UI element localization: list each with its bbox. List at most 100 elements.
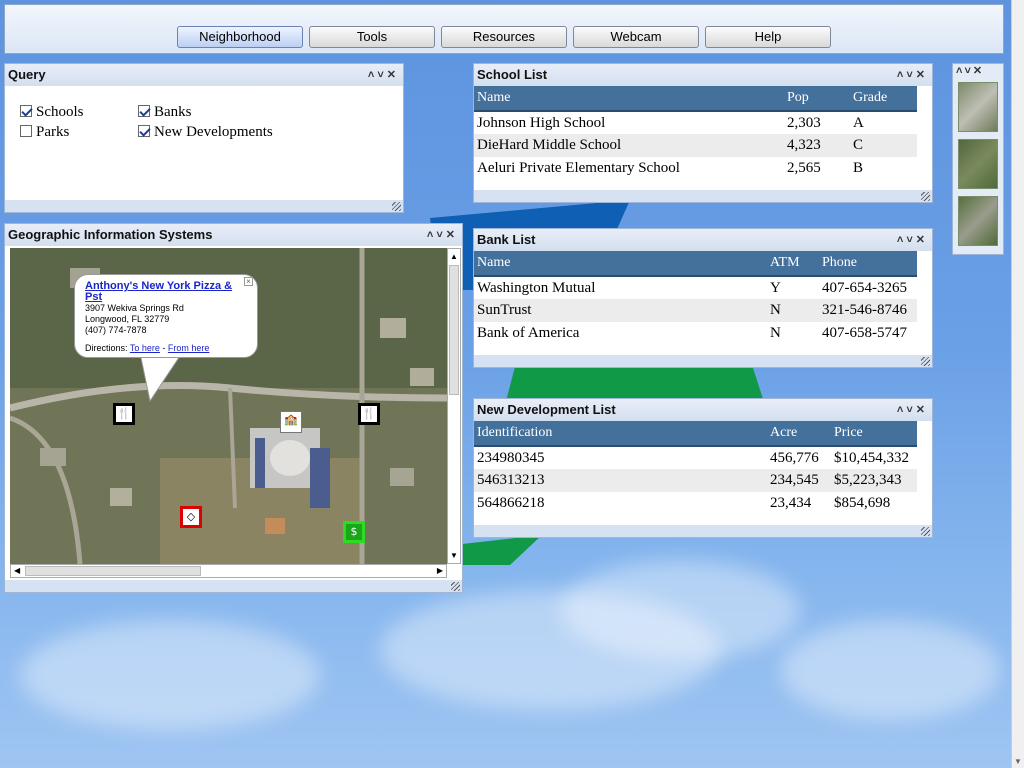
cell-grade: C bbox=[850, 134, 917, 157]
table-row[interactable]: Washington Mutual Y 407-654-3265 bbox=[474, 276, 917, 299]
table-row[interactable]: Johnson High School 2,303 A bbox=[474, 111, 917, 134]
webcam-thumbnail-2[interactable] bbox=[958, 139, 998, 189]
close-icon[interactable]: ✕ bbox=[973, 65, 984, 77]
expand-down-icon[interactable]: ˅ bbox=[964, 65, 972, 77]
query-new-developments-label: New Developments bbox=[154, 124, 273, 140]
column-header-acre[interactable]: Acre bbox=[767, 421, 831, 447]
school-list-title: School List bbox=[477, 67, 548, 82]
bank-list-titlebar[interactable]: Bank List ˄˅✕ bbox=[474, 229, 932, 251]
webcam-thumbnail-1[interactable] bbox=[958, 82, 998, 132]
background-cloud bbox=[560, 560, 800, 660]
map-horizontal-scrollbar[interactable]: ◀ ▶ bbox=[10, 564, 447, 578]
column-header-name[interactable]: Name bbox=[474, 86, 784, 112]
map-vertical-scrollbar[interactable]: ▲ ▼ bbox=[447, 248, 461, 564]
column-header-pop[interactable]: Pop bbox=[784, 86, 850, 112]
table-row[interactable]: Aeluri Private Elementary School 2,565 B bbox=[474, 157, 917, 180]
expand-down-icon[interactable]: ˅ bbox=[377, 69, 386, 81]
aerial-map[interactable]: 🍴 🍴 🏫 ◇ $ × Anthony's New York Pizza & P… bbox=[10, 248, 447, 564]
close-icon[interactable]: ✕ bbox=[387, 69, 399, 81]
checkbox-unchecked-icon[interactable] bbox=[20, 125, 32, 137]
resize-grip-icon[interactable] bbox=[451, 582, 460, 591]
query-panel-titlebar[interactable]: Query ˄˅✕ bbox=[5, 64, 403, 86]
school-table: Name Pop Grade Johnson High School 2,303 A… bbox=[474, 86, 917, 180]
restaurant-icon[interactable]: 🍴 bbox=[358, 403, 380, 425]
query-new-developments-checkbox[interactable]: New Developments bbox=[138, 124, 273, 141]
resize-grip-icon[interactable] bbox=[921, 357, 930, 366]
resize-grip-icon[interactable] bbox=[392, 202, 401, 211]
nav-button-help[interactable]: Help bbox=[705, 26, 831, 48]
table-row[interactable]: SunTrust N 321-546-8746 bbox=[474, 299, 917, 322]
scroll-right-arrow-icon[interactable]: ▶ bbox=[437, 566, 443, 575]
gis-panel-titlebar[interactable]: Geographic Information Systems ˄˅✕ bbox=[5, 224, 462, 246]
scroll-left-arrow-icon[interactable]: ◀ bbox=[14, 566, 20, 575]
park-icon[interactable]: ◇ bbox=[180, 506, 202, 528]
query-banks-label: Banks bbox=[154, 104, 192, 120]
collapse-up-icon[interactable]: ˄ bbox=[427, 229, 436, 241]
development-list-titlebar[interactable]: New Development List ˄˅✕ bbox=[474, 399, 932, 421]
school-icon[interactable]: 🏫 bbox=[280, 411, 302, 433]
column-header-name[interactable]: Name bbox=[474, 251, 767, 277]
column-header-phone[interactable]: Phone bbox=[819, 251, 917, 277]
nav-button-neighborhood[interactable]: Neighborhood bbox=[177, 26, 303, 48]
gis-panel-title: Geographic Information Systems bbox=[8, 227, 213, 242]
query-parks-checkbox[interactable]: Parks bbox=[20, 124, 69, 141]
column-header-identification[interactable]: Identification bbox=[474, 421, 767, 447]
scrollbar-thumb[interactable] bbox=[25, 566, 201, 576]
expand-down-icon[interactable]: ˅ bbox=[906, 234, 915, 246]
scroll-down-arrow-icon[interactable]: ▼ bbox=[1014, 757, 1022, 766]
expand-down-icon[interactable]: ˅ bbox=[906, 404, 915, 416]
collapse-up-icon[interactable]: ˄ bbox=[897, 69, 906, 81]
close-icon[interactable]: ✕ bbox=[916, 404, 928, 416]
cell-name: Johnson High School bbox=[477, 114, 606, 131]
close-icon[interactable]: ✕ bbox=[446, 229, 458, 241]
table-row[interactable]: 546313213 234,545 $5,223,343 bbox=[474, 469, 917, 492]
cell-pop: 4,323 bbox=[784, 134, 850, 157]
popup-place-link[interactable]: Anthony's New York Pizza & Pst bbox=[85, 280, 232, 303]
column-header-atm[interactable]: ATM bbox=[767, 251, 819, 277]
close-icon[interactable]: ✕ bbox=[916, 234, 928, 246]
directions-to-here-link[interactable]: To here bbox=[130, 343, 160, 353]
nav-button-webcam[interactable]: Webcam bbox=[573, 26, 699, 48]
table-row[interactable]: 234980345 456,776 $10,454,332 bbox=[474, 446, 917, 469]
expand-down-icon[interactable]: ˅ bbox=[436, 229, 445, 241]
page-vertical-scrollbar[interactable]: ▼ bbox=[1011, 0, 1024, 768]
bank-icon[interactable]: $ bbox=[343, 521, 365, 543]
scroll-down-arrow-icon[interactable]: ▼ bbox=[450, 551, 458, 560]
table-row[interactable]: Bank of America N 407-658-5747 bbox=[474, 322, 917, 345]
development-table: Identification Acre Price 234980345 456,7… bbox=[474, 421, 917, 515]
cell-name: SunTrust bbox=[474, 299, 767, 322]
checkbox-checked-icon[interactable] bbox=[20, 105, 32, 117]
column-header-price[interactable]: Price bbox=[831, 421, 917, 447]
school-list-panel: School List ˄˅✕ Name Pop Grade Johnson H… bbox=[473, 63, 933, 203]
nav-button-resources[interactable]: Resources bbox=[441, 26, 567, 48]
scroll-up-arrow-icon[interactable]: ▲ bbox=[450, 252, 458, 261]
top-navigation-bar: Neighborhood Tools Resources Webcam Help bbox=[4, 4, 1004, 54]
checkbox-checked-icon[interactable] bbox=[138, 125, 150, 137]
restaurant-icon[interactable]: 🍴 bbox=[113, 403, 135, 425]
collapse-up-icon[interactable]: ˄ bbox=[897, 404, 906, 416]
table-row[interactable]: 564866218 23,434 $854,698 bbox=[474, 492, 917, 515]
query-banks-checkbox[interactable]: Banks bbox=[138, 104, 192, 121]
cell-pop: 2,303 bbox=[787, 114, 821, 131]
table-row[interactable]: DieHard Middle School 4,323 C bbox=[474, 134, 917, 157]
school-list-titlebar[interactable]: School List ˄˅✕ bbox=[474, 64, 932, 86]
webcam-thumbnail-3[interactable] bbox=[958, 196, 998, 246]
resize-grip-icon[interactable] bbox=[921, 527, 930, 536]
expand-down-icon[interactable]: ˅ bbox=[906, 69, 915, 81]
cell-price: $5,223,343 bbox=[831, 469, 917, 492]
nav-button-tools[interactable]: Tools bbox=[309, 26, 435, 48]
query-schools-checkbox[interactable]: Schools bbox=[20, 104, 84, 121]
checkbox-checked-icon[interactable] bbox=[138, 105, 150, 117]
panel-footer bbox=[5, 580, 462, 592]
popup-street: 3907 Wekiva Springs Rd bbox=[85, 303, 184, 313]
column-header-grade[interactable]: Grade bbox=[850, 86, 917, 112]
directions-from-here-link[interactable]: From here bbox=[168, 343, 210, 353]
cell-phone: 407-654-3265 bbox=[822, 279, 907, 296]
resize-grip-icon[interactable] bbox=[921, 192, 930, 201]
scrollbar-thumb[interactable] bbox=[449, 265, 459, 395]
query-schools-label: Schools bbox=[36, 104, 84, 120]
collapse-up-icon[interactable]: ˄ bbox=[368, 69, 377, 81]
close-icon[interactable]: ✕ bbox=[916, 69, 928, 81]
close-icon[interactable]: × bbox=[244, 277, 253, 286]
collapse-up-icon[interactable]: ˄ bbox=[897, 234, 906, 246]
